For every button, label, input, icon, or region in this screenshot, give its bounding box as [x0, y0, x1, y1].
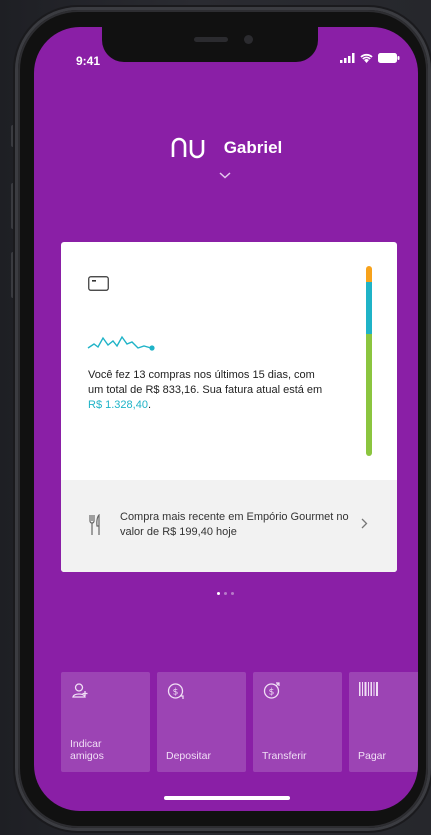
recent-purchase-row[interactable]: Compra mais recente em Empório Gourmet n… — [61, 480, 397, 572]
carousel-dot[interactable] — [224, 592, 227, 595]
limit-bar-segment-available — [366, 334, 372, 456]
pay-label: Pagar — [358, 750, 387, 762]
summary-end: . — [147, 399, 151, 411]
credit-card-icon — [88, 276, 109, 291]
battery-icon — [378, 53, 400, 63]
chevron-right-icon[interactable] — [361, 518, 368, 529]
person-add-icon — [72, 683, 88, 698]
volume-up-button — [11, 183, 16, 229]
current-bill-amount[interactable]: R$ 1.328,40 — [88, 399, 148, 411]
deposit-label: Depositar — [166, 750, 211, 762]
wifi-icon — [360, 53, 373, 63]
svg-text:$: $ — [173, 688, 179, 698]
deposit-button[interactable]: $ Depositar — [157, 672, 246, 772]
camera — [244, 35, 253, 44]
account-header[interactable]: Gabriel — [34, 137, 418, 159]
signal-icon — [340, 53, 355, 63]
carousel-indicator[interactable] — [217, 592, 234, 595]
fork-knife-icon — [89, 514, 100, 535]
carousel-dot[interactable] — [217, 592, 220, 595]
refer-friends-label: Indicar amigos — [70, 738, 104, 762]
phone-screen: 9:41 Gabriel Você fez 13 compras nos últ… — [34, 27, 418, 811]
home-indicator[interactable] — [164, 796, 290, 800]
transfer-icon: $ — [263, 682, 280, 699]
mute-switch — [11, 125, 16, 147]
limit-bar-segment-open — [366, 266, 372, 282]
transfer-button[interactable]: $ Transferir — [253, 672, 342, 772]
chevron-down-icon[interactable] — [219, 172, 231, 179]
credit-card-summary[interactable]: Você fez 13 compras nos últimos 15 dias,… — [61, 242, 397, 572]
summary-text: Você fez 13 compras nos últimos 15 dias,… — [88, 369, 323, 396]
quick-actions: Indicar amigos $ Depositar $ Transferir — [61, 672, 418, 772]
volume-down-button — [11, 252, 16, 298]
status-icons — [340, 53, 400, 63]
deposit-icon: $ — [167, 683, 184, 699]
recent-purchase-text: Compra mais recente em Empório Gourmet n… — [120, 511, 349, 538]
user-name: Gabriel — [223, 138, 283, 157]
limit-bar-segment-current — [366, 282, 372, 334]
transfer-label: Transferir — [262, 750, 307, 762]
status-time: 9:41 — [76, 54, 101, 68]
spending-sparkline — [87, 335, 155, 351]
speaker — [194, 37, 228, 42]
nubank-logo-icon — [171, 137, 205, 159]
spending-summary: Você fez 13 compras nos últimos 15 dias,… — [88, 368, 328, 413]
pay-button[interactable]: Pagar — [349, 672, 418, 772]
barcode-icon — [359, 682, 378, 696]
notch — [102, 27, 318, 62]
carousel-dot[interactable] — [231, 592, 234, 595]
limit-bar — [366, 266, 372, 456]
svg-text:$: $ — [269, 688, 275, 698]
refer-friends-button[interactable]: Indicar amigos — [61, 672, 150, 772]
